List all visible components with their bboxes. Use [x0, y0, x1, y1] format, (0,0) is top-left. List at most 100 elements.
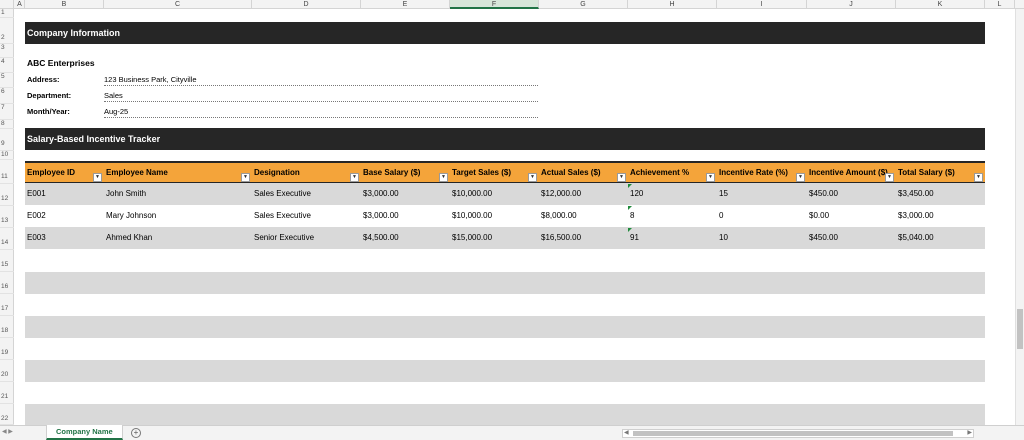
cell-base-salary[interactable]: $3,000.00 [361, 183, 399, 205]
column-header-a[interactable]: A [15, 0, 25, 9]
header-total-salary[interactable]: Total Salary ($) [896, 163, 985, 183]
empty-table-row[interactable] [25, 316, 985, 338]
row-header[interactable]: 2 [0, 18, 14, 44]
column-header-e[interactable]: E [361, 0, 450, 9]
header-incentive-amount[interactable]: Incentive Amount ($) [807, 163, 896, 183]
row-header[interactable]: 16 [0, 272, 14, 294]
cell-designation[interactable]: Senior Executive [252, 227, 314, 249]
cell-incentive-rate[interactable]: 10 [717, 227, 728, 249]
column-header-b[interactable]: B [25, 0, 104, 9]
header-incentive-rate[interactable]: Incentive Rate (%) [717, 163, 807, 183]
row-header[interactable]: 19 [0, 338, 14, 360]
header-achievement[interactable]: Achievement % [628, 163, 717, 183]
row-header[interactable]: 14 [0, 228, 14, 250]
sheet-tab-company-name[interactable]: Company Name [46, 425, 123, 440]
row-header[interactable]: 3 [0, 44, 14, 58]
filter-dropdown-icon[interactable]: ▼ [350, 173, 359, 182]
filter-dropdown-icon[interactable]: ▼ [241, 173, 250, 182]
row-header[interactable]: 10 [0, 151, 14, 160]
cell-employee-name[interactable]: Ahmed Khan [104, 227, 152, 249]
cell-incentive-amount[interactable]: $450.00 [807, 183, 838, 205]
column-header-h[interactable]: H [628, 0, 717, 9]
empty-table-row[interactable] [25, 360, 985, 382]
row-header[interactable]: 17 [0, 294, 14, 316]
cell-actual-sales[interactable]: $16,500.00 [539, 227, 581, 249]
column-header-i[interactable]: I [717, 0, 807, 9]
header-target-sales[interactable]: Target Sales ($) [450, 163, 539, 183]
cell-base-salary[interactable]: $3,000.00 [361, 205, 399, 227]
column-header-c[interactable]: C [104, 0, 252, 9]
row-header[interactable]: 22 [0, 404, 14, 425]
row-header[interactable]: 7 [0, 104, 14, 120]
cell-incentive-rate[interactable]: 15 [717, 183, 728, 205]
column-header-g[interactable]: G [539, 0, 628, 9]
filter-dropdown-icon[interactable]: ▼ [439, 173, 448, 182]
address-value[interactable]: 123 Business Park, Cityville [104, 75, 538, 86]
filter-dropdown-icon[interactable]: ▼ [885, 173, 894, 182]
scroll-right-icon[interactable]: ▶ [967, 429, 972, 436]
sheet-nav-arrows-icon[interactable]: ◀ ▶ [2, 428, 13, 435]
vertical-scrollbar[interactable] [1015, 9, 1024, 425]
row-header[interactable]: 8 [0, 120, 14, 129]
cell-incentive-rate[interactable]: 0 [717, 205, 723, 227]
row-header[interactable]: 15 [0, 250, 14, 272]
cell-employee-id[interactable]: E002 [25, 205, 46, 227]
column-header-j[interactable]: J [807, 0, 896, 9]
row-header[interactable]: 9 [0, 129, 14, 151]
empty-table-row[interactable] [25, 272, 985, 294]
scroll-left-icon[interactable]: ◀ [624, 429, 629, 436]
cell-employee-name[interactable]: Mary Johnson [104, 205, 156, 227]
cell-employee-name[interactable]: John Smith [104, 183, 146, 205]
empty-table-row[interactable] [25, 404, 985, 425]
row-header[interactable]: 1 [0, 9, 14, 18]
row-header[interactable]: 6 [0, 88, 14, 104]
plus-circle-icon[interactable]: + [131, 428, 141, 438]
row-header[interactable]: 5 [0, 73, 14, 88]
cell-target-sales[interactable]: $10,000.00 [450, 183, 492, 205]
filter-dropdown-icon[interactable]: ▼ [93, 173, 102, 182]
cell-base-salary[interactable]: $4,500.00 [361, 227, 399, 249]
row-header[interactable]: 12 [0, 184, 14, 206]
cell-total-salary[interactable]: $3,000.00 [896, 205, 934, 227]
department-value[interactable]: Sales [104, 91, 538, 102]
select-all-corner[interactable] [0, 0, 14, 9]
cell-employee-id[interactable]: E003 [25, 227, 46, 249]
cell-incentive-amount[interactable]: $450.00 [807, 227, 838, 249]
row-header[interactable]: 21 [0, 382, 14, 404]
horizontal-scrollbar[interactable]: ◀ ▶ [622, 429, 974, 438]
filter-dropdown-icon[interactable]: ▼ [706, 173, 715, 182]
cell-achievement[interactable]: 120 [628, 183, 643, 205]
cell-incentive-amount[interactable]: $0.00 [807, 205, 829, 227]
row-header[interactable]: 4 [0, 58, 14, 73]
cell-total-salary[interactable]: $3,450.00 [896, 183, 934, 205]
cell-designation[interactable]: Sales Executive [252, 183, 311, 205]
header-base-salary[interactable]: Base Salary ($) [361, 163, 450, 183]
cell-target-sales[interactable]: $15,000.00 [450, 227, 492, 249]
row-header[interactable]: 13 [0, 206, 14, 228]
column-header-f[interactable]: F [450, 0, 539, 9]
cell-target-sales[interactable]: $10,000.00 [450, 205, 492, 227]
cell-designation[interactable]: Sales Executive [252, 205, 311, 227]
month-year-value[interactable]: Aug-25 [104, 107, 538, 118]
cell-achievement[interactable]: 8 [628, 205, 634, 227]
row-header[interactable]: 20 [0, 360, 14, 382]
filter-dropdown-icon[interactable]: ▼ [528, 173, 537, 182]
cell-actual-sales[interactable]: $12,000.00 [539, 183, 581, 205]
header-designation[interactable]: Designation [252, 163, 361, 183]
cell-actual-sales[interactable]: $8,000.00 [539, 205, 577, 227]
row-header[interactable]: 18 [0, 316, 14, 338]
column-header-d[interactable]: D [252, 0, 361, 9]
horizontal-scroll-thumb[interactable] [633, 431, 953, 436]
column-header-l[interactable]: L [985, 0, 1015, 9]
vertical-scroll-thumb[interactable] [1017, 309, 1023, 349]
header-employee-name[interactable]: Employee Name [104, 163, 252, 183]
filter-dropdown-icon[interactable]: ▼ [617, 173, 626, 182]
row-header[interactable]: 11 [0, 160, 14, 184]
cell-achievement[interactable]: 91 [628, 227, 639, 249]
filter-dropdown-icon[interactable]: ▼ [974, 173, 983, 182]
header-actual-sales[interactable]: Actual Sales ($) [539, 163, 628, 183]
column-header-k[interactable]: K [896, 0, 985, 9]
cell-total-salary[interactable]: $5,040.00 [896, 227, 934, 249]
cell-employee-id[interactable]: E001 [25, 183, 46, 205]
filter-dropdown-icon[interactable]: ▼ [796, 173, 805, 182]
